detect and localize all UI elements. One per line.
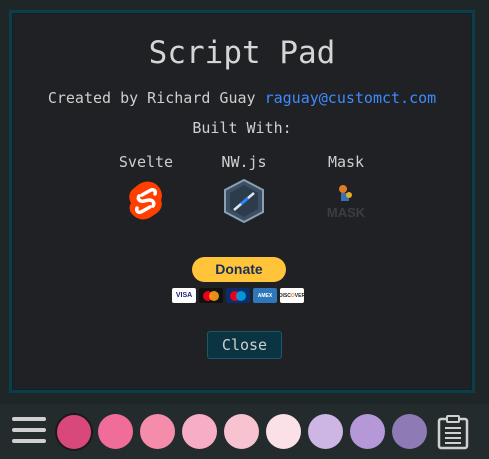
created-by-text: Created by Richard Guay	[47, 89, 256, 107]
tech-label-nwjs: NW.js	[221, 153, 267, 171]
color-swatch[interactable]	[140, 414, 175, 449]
built-with-label: Built With:	[192, 119, 292, 137]
color-swatch[interactable]	[392, 414, 427, 449]
author-line: Created by Richard Guay raguay@customct.…	[12, 89, 472, 107]
discover-card-icon: DISCOVER	[280, 288, 304, 303]
tech-mask: Mask MASK	[306, 153, 386, 225]
dialog-title: Script Pad	[148, 35, 336, 71]
color-swatch[interactable]	[350, 414, 385, 449]
tech-svelte: Svelte	[106, 153, 186, 225]
tech-label-mask: Mask	[327, 153, 365, 171]
donate-button[interactable]: Donate	[192, 257, 286, 282]
color-swatch[interactable]	[98, 414, 133, 449]
clipboard-icon[interactable]	[436, 414, 470, 450]
tech-nwjs: NW.js	[204, 153, 284, 225]
color-swatch[interactable]	[55, 413, 93, 451]
close-button[interactable]: Close	[207, 331, 282, 359]
color-swatch[interactable]	[182, 414, 217, 449]
mastercard-icon	[199, 288, 223, 303]
payment-cards: VISA AMEX DISCOVER	[172, 288, 304, 303]
color-swatch[interactable]	[266, 414, 301, 449]
svg-text:MASK: MASK	[327, 205, 366, 220]
author-email-link[interactable]: raguay@customct.com	[265, 89, 437, 107]
tech-label-svelte: Svelte	[118, 153, 174, 171]
bottom-toolbar	[0, 404, 489, 459]
mask-logo-icon: MASK	[322, 177, 370, 225]
menu-icon[interactable]	[12, 417, 46, 445]
color-swatch[interactable]	[308, 414, 343, 449]
nwjs-logo-icon	[220, 177, 268, 225]
visa-card-icon: VISA	[172, 288, 196, 303]
color-swatch[interactable]	[224, 414, 259, 449]
maestro-card-icon	[226, 288, 250, 303]
svelte-logo-icon	[122, 177, 170, 225]
amex-card-icon: AMEX	[253, 288, 277, 303]
about-dialog: Script Pad Created by Richard Guay ragua…	[9, 10, 475, 393]
